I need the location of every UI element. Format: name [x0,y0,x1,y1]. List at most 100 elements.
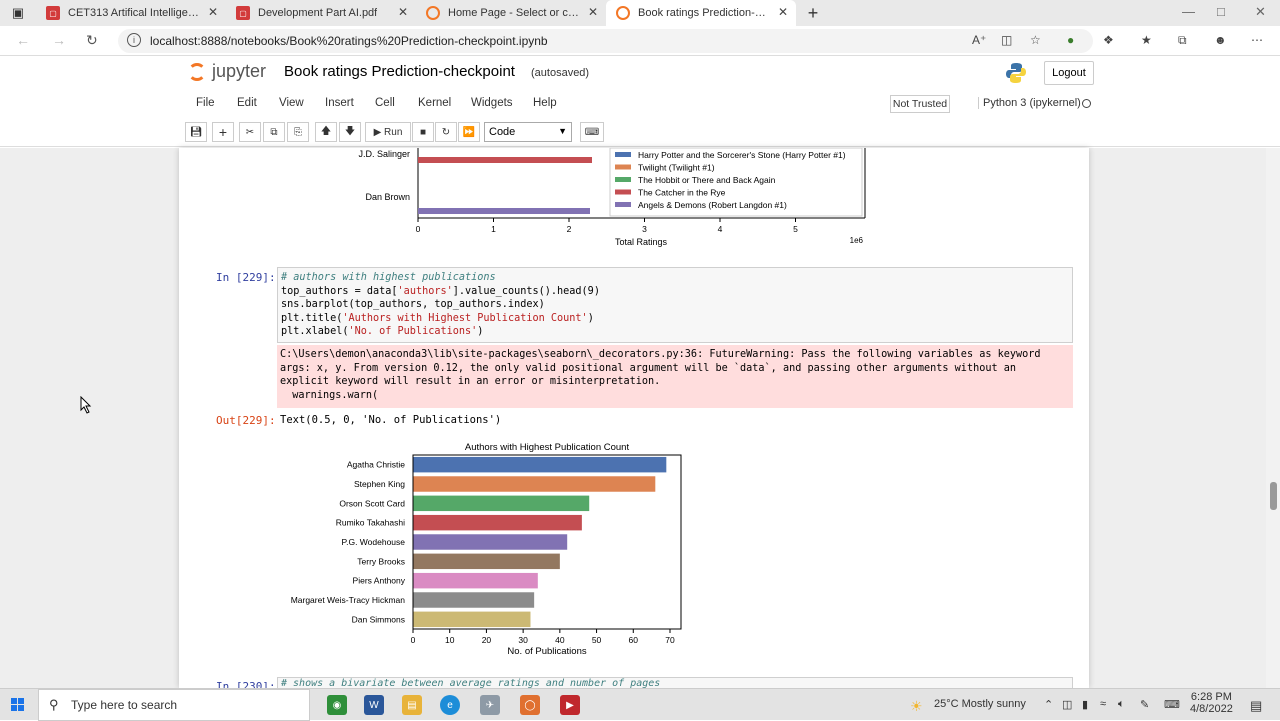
menu-kernel[interactable]: Kernel [418,97,451,109]
weather-icon[interactable]: ☀ [910,698,923,715]
tab-title: CET313 Artifical Intelligence Pro [68,7,200,19]
close-icon[interactable]: ✕ [588,5,598,19]
tray-chevron-icon[interactable]: ⌃ [1044,698,1053,711]
cell-type-select[interactable]: Code ▼ [484,122,572,142]
collections-icon[interactable]: ⧉ [1178,33,1187,48]
chrome-icon[interactable]: ◉ [327,695,347,715]
url-field[interactable]: i localhost:8888/notebooks/Book%20rating… [118,29,1093,53]
code-cell-input[interactable]: # authors with highest publications top_… [277,267,1073,343]
minimize-icon[interactable]: — [1182,4,1195,19]
more-options-icon[interactable]: ⋯ [1251,33,1263,47]
favorite-add-icon[interactable]: ☆ [1030,33,1041,47]
info-icon[interactable]: i [127,33,141,47]
bar [413,553,560,570]
taskbar-search-box[interactable]: ⚲ Type here to search [38,689,310,721]
tray-app-icon[interactable]: ◫ [1062,698,1072,711]
scrollbar-thumb[interactable] [1270,482,1277,510]
y-tick-label: Orson Scott Card [339,498,405,508]
chevron-down-icon: ▼ [558,126,567,136]
wifi-icon[interactable]: ≈ [1100,698,1106,710]
bar [413,534,568,550]
restart-run-all-icon[interactable]: ⏩ [458,122,480,142]
windows-taskbar: ⚲ Type here to search ◉ W ▤ e ✈ ◯ ▶ ☀ 25… [0,688,1280,721]
forward-icon[interactable]: → [52,32,66,48]
cell-out-prompt: Out[229]: [216,414,276,427]
interrupt-icon[interactable]: ■ [412,122,434,142]
jupyter-app-icon[interactable]: ◯ [520,695,540,715]
profile-avatar-icon[interactable]: ☻ [1214,33,1227,47]
prev-chart-category: Dan Brown [365,192,410,202]
tab-actions-icon[interactable]: ▣ [0,0,36,26]
code-string: 'authors' [397,285,453,297]
new-tab-icon[interactable]: + [796,0,830,26]
pen-icon[interactable]: ✎ [1140,698,1149,711]
menu-insert[interactable]: Insert [325,97,354,109]
volume-icon[interactable]: 🔈︎ [1118,698,1125,711]
kernel-name[interactable]: Python 3 (ipykernel) [978,97,1081,109]
logout-button[interactable]: Logout [1044,61,1094,85]
clock[interactable]: 6:28 PM 4/8/2022 [1190,691,1233,715]
browser-tab-4-active[interactable]: Book ratings Prediction-checkpo ✕ [606,0,796,26]
jupyter-header: jupyter Book ratings Prediction-checkpoi… [0,57,1280,90]
y-tick-label: Stephen King [354,479,405,489]
save-icon[interactable]: 💾︎ [185,122,207,142]
file-explorer-icon[interactable]: ▤ [402,695,422,715]
code-text: ) [587,312,594,324]
refresh-icon[interactable]: ↻ [86,32,98,49]
favorites-icon[interactable]: ★ [1141,33,1152,47]
close-icon[interactable]: ✕ [208,5,218,19]
media-app-icon[interactable]: ▶ [560,695,580,715]
close-icon[interactable]: ✕ [778,5,788,19]
maximize-icon[interactable]: □ [1217,4,1225,19]
pdf-icon: ▢ [236,6,250,20]
app-available-icon[interactable]: ◫ [1001,33,1012,47]
jupyter-logo-text: jupyter [212,61,267,81]
browser-tab-3[interactable]: Home Page - Select or create a n ✕ [416,0,606,26]
close-window-icon[interactable]: ✕ [1255,4,1266,20]
mouse-cursor-icon [80,396,92,414]
read-aloud-icon[interactable]: A⁺ [972,33,986,47]
insert-cell-icon[interactable]: + [212,122,234,142]
word-icon[interactable]: W [364,695,384,715]
prev-chart-bar [418,157,592,163]
cut-icon[interactable]: ✂ [239,122,261,142]
menu-cell[interactable]: Cell [375,97,395,109]
browser-tab-strip: ▣ ▢ CET313 Artifical Intelligence Pro ✕ … [0,0,1280,26]
notebook-title[interactable]: Book ratings Prediction-checkpoint [284,63,515,80]
menu-edit[interactable]: Edit [237,97,257,109]
menu-help[interactable]: Help [533,97,557,109]
url-text: localhost:8888/notebooks/Book%20ratings%… [150,34,548,48]
restart-icon[interactable]: ↻ [435,122,457,142]
move-down-icon[interactable]: 🡇 [339,122,361,142]
browser-tab-1[interactable]: ▢ CET313 Artifical Intelligence Pro ✕ [36,0,226,26]
keyboard-icon[interactable]: ⌨ [1164,698,1180,711]
tab-title: Development Part AI.pdf [258,7,378,19]
trust-status-button[interactable]: Not Trusted [890,95,950,113]
keyboard-icon[interactable]: ⌨ [580,122,604,142]
app-icon[interactable]: ✈ [480,695,500,715]
extension-icon[interactable]: ● [1067,33,1074,47]
page-scrollbar[interactable] [1266,148,1280,688]
move-up-icon[interactable]: 🡅 [315,122,337,142]
edge-icon[interactable]: e [440,695,460,715]
menu-widgets[interactable]: Widgets [471,97,513,109]
chart-xlabel: No. of Publications [507,646,586,657]
weather-text[interactable]: 25°C Mostly sunny [934,698,1026,710]
paste-icon[interactable]: ⎘ [287,122,309,142]
menu-file[interactable]: File [196,97,215,109]
jupyter-logo[interactable]: jupyter [188,61,266,82]
menu-view[interactable]: View [279,97,304,109]
windows-start-icon[interactable] [11,698,25,712]
extensions-icon[interactable]: ❖ [1103,33,1114,47]
chart-title: Authors with Highest Publication Count [465,442,630,453]
run-button[interactable]: ▶ Run [365,122,411,142]
back-icon[interactable]: ← [16,32,30,48]
close-icon[interactable]: ✕ [398,5,408,19]
python-logo-icon [1006,63,1026,83]
prev-chart-scale: 1e6 [850,236,864,245]
prev-chart-category: J.D. Salinger [358,149,410,159]
notifications-icon[interactable]: ▤ [1250,698,1262,714]
battery-icon[interactable]: ▮ [1082,698,1088,711]
copy-icon[interactable]: ⧉ [263,122,285,142]
browser-tab-2[interactable]: ▢ Development Part AI.pdf ✕ [226,0,416,26]
